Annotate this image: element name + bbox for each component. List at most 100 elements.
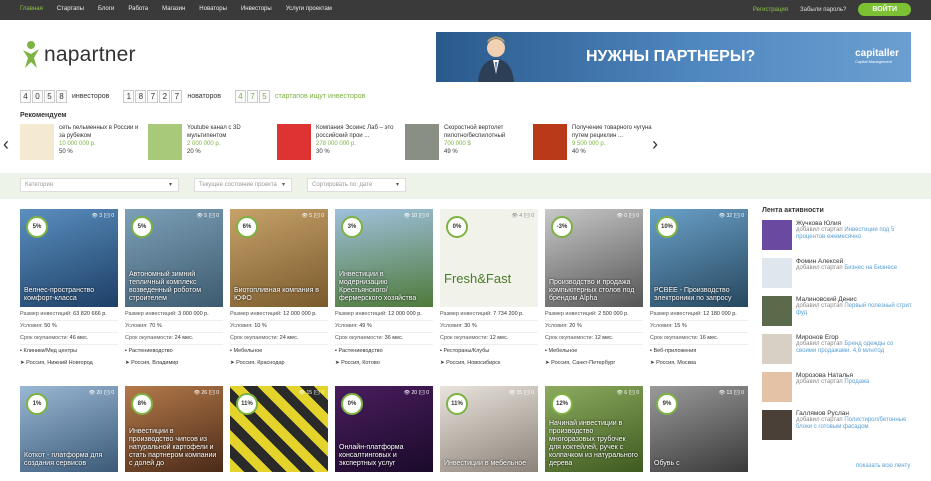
- show-all-feed-link[interactable]: показать всю ленту: [856, 463, 910, 469]
- payback-label: Срок окупаемости:: [650, 335, 699, 341]
- card-location: ➤ Россия, Котово: [335, 360, 380, 366]
- project-card[interactable]: 1% 👁 20 ✉ 0 Коткот - платформа для создани…: [20, 386, 118, 472]
- activity-item[interactable]: Фомин Алексей добавил стартап Бизнес на Б…: [762, 258, 912, 291]
- activity-link[interactable]: Бизнес на Бизнесе: [844, 265, 897, 271]
- nav-jobs[interactable]: Работа: [128, 6, 148, 12]
- project-card[interactable]: 11% 👁 15 ✉ 0 Инвестиции в мебельное: [440, 386, 538, 472]
- avatar[interactable]: [762, 220, 792, 250]
- activity-user[interactable]: Морозова Наталья: [796, 372, 869, 379]
- digit: 7: [171, 90, 183, 103]
- project-card[interactable]: 5% 👁 3 ✉ 0 Велнес-пространство комфорт-кла…: [20, 209, 118, 369]
- recommended-item[interactable]: Скоростной вертолет пилотно/беспилотный 7…: [405, 124, 528, 160]
- project-card[interactable]: 3% 👁 10 ✉ 0 Инвестиции в модернизацию Крес…: [335, 209, 433, 369]
- activity-link[interactable]: Продажа: [844, 379, 869, 385]
- chevron-left-icon[interactable]: ‹: [3, 134, 9, 155]
- activity-text: Морозова Наталья добавил стартап Продажа: [796, 372, 869, 405]
- project-card[interactable]: 8% 👁 26 ✉ 0 Инвестиции в производство чипс…: [125, 386, 223, 472]
- card-image: 10% 👁 32 ✉ 0 PCBEE - Производство электрон…: [650, 209, 748, 307]
- nav-innovators[interactable]: Новаторы: [199, 6, 227, 12]
- nav-shop[interactable]: Магазин: [162, 6, 185, 12]
- activity-item[interactable]: Миронов Егор добавил стартап Бренд одежды…: [762, 334, 912, 367]
- rec-info: сеть пельменных в России и за рубежом 10 …: [59, 124, 143, 160]
- banner-brand-name: capitaller: [855, 48, 899, 59]
- nav-home[interactable]: Главная: [20, 6, 43, 12]
- activity-user[interactable]: Галлямов Руслан: [796, 410, 912, 417]
- digit: 4: [235, 90, 247, 103]
- project-card[interactable]: 6% 👁 5 ✉ 0 Биотопливная компания в ЮФО Раз…: [230, 209, 328, 369]
- card-category: ▪ Клиники/Мед центры: [20, 348, 78, 354]
- card-stats: 👁 20 ✉ 0: [88, 390, 114, 396]
- card-stats: 👁 10 ✉ 0: [403, 213, 429, 219]
- recommended-item[interactable]: Компания Эсоинс Лаб – это российский про…: [277, 124, 400, 160]
- card-image: 0% 👁 20 ✉ 0 Онлайн-платформа консалтинговы…: [335, 386, 433, 472]
- terms-label: Условия:: [125, 323, 148, 329]
- recommended-item[interactable]: Получение товарного чугуна путем рецикли…: [533, 124, 656, 160]
- card-image: 9% 👁 13 ✉ 0 Обувь с: [650, 386, 748, 472]
- project-card[interactable]: 5% 👁 5 ✉ 0 Автономный зимний тепличный ком…: [125, 209, 223, 369]
- project-card[interactable]: -3% 👁 0 ✉ 0 Производство и продажа компьют…: [545, 209, 643, 369]
- activity-user[interactable]: Миронов Егор: [796, 334, 912, 341]
- card-progress-badge: 11%: [236, 393, 258, 415]
- nav-blogs[interactable]: Блоги: [98, 6, 114, 12]
- login-button[interactable]: ВОЙТИ: [858, 3, 911, 16]
- terms-label: Условия:: [545, 323, 568, 329]
- nav-investors[interactable]: Инвесторы: [241, 6, 272, 12]
- card-title: PCBEE - Производство электроники по запр…: [654, 287, 732, 302]
- register-link[interactable]: Регистрация: [753, 7, 788, 13]
- card-category-text: Рестораны/Клубы: [443, 348, 490, 354]
- card-progress-badge: 8%: [131, 393, 153, 415]
- activity-action: добавил стартап: [796, 341, 843, 347]
- recommended-item[interactable]: Youtube канал с 3D мультипентом 2 000 000…: [148, 124, 271, 160]
- digit: 4: [20, 90, 31, 103]
- main-nav: Главная Стартапы Блоги Работа Магазин Но…: [20, 6, 332, 12]
- activity-user[interactable]: Фомин Алексей: [796, 258, 897, 265]
- card-views: 6: [624, 390, 628, 396]
- card-location: ➤ Россия, Владимир: [125, 360, 179, 366]
- payback-label: Срок окупаемости:: [125, 335, 174, 341]
- activity-user[interactable]: Малиновский Денис: [796, 296, 912, 303]
- activity-item[interactable]: Малиновский Денис добавил стартап Первый …: [762, 296, 912, 329]
- activity-text: Малиновский Денис добавил стартап Первый …: [796, 296, 912, 329]
- terms-label: Условия:: [230, 323, 253, 329]
- nav-startups[interactable]: Стартапы: [57, 6, 84, 12]
- card-size: 12 000 000 р.: [388, 311, 422, 317]
- sort-select[interactable]: Сортировать по: дате: [307, 178, 406, 192]
- digit: 8: [56, 90, 67, 103]
- project-card[interactable]: 11% 👁 15 ✉ 0: [230, 386, 328, 472]
- forgot-password-link[interactable]: Забыли пароль?: [800, 7, 846, 13]
- activity-item[interactable]: Жучкова Юлия добавил стартап Инвестиции п…: [762, 220, 912, 253]
- activity-action: добавил стартап: [796, 265, 843, 271]
- activity-item[interactable]: Морозова Наталья добавил стартап Продажа: [762, 372, 912, 405]
- site-logo[interactable]: napartner: [20, 40, 136, 70]
- digit: 7: [247, 90, 259, 103]
- card-title: Велнес-пространство комфорт-класса: [24, 287, 95, 302]
- activity-text: Галлямов Руслан добавил стартап Полистиро…: [796, 410, 912, 443]
- project-card[interactable]: 0% 👁 20 ✉ 0 Онлайн-платформа консалтинговы…: [335, 386, 433, 472]
- ad-banner[interactable]: НУЖНЫ ПАРТНЕРЫ? capitaller Capital Manage…: [436, 32, 911, 82]
- rec-amount: 9 500 000 р.: [572, 141, 606, 147]
- activity-user[interactable]: Жучкова Юлия: [796, 220, 912, 227]
- avatar[interactable]: [762, 410, 792, 440]
- nav-services[interactable]: Услуги проектам: [286, 6, 332, 12]
- avatar[interactable]: [762, 258, 792, 288]
- card-title: Fresh&Fast: [444, 271, 512, 286]
- project-card[interactable]: 9% 👁 13 ✉ 0 Обувь с: [650, 386, 748, 472]
- project-card[interactable]: 10% 👁 32 ✉ 0 PCBEE - Производство электрон…: [650, 209, 748, 369]
- card-title: Инвестиции в модернизацию Крестьянского/…: [339, 271, 417, 302]
- avatar[interactable]: [762, 296, 792, 326]
- project-card[interactable]: 12% 👁 6 ✉ 0 Начинай инвестиции в производс…: [545, 386, 643, 472]
- project-card[interactable]: 0% 👁 4 ✉ 0 Fresh&Fast Размер инвестиций: 7…: [440, 209, 538, 369]
- card-category: ▪ Растениеводство: [125, 348, 173, 354]
- avatar[interactable]: [762, 372, 792, 402]
- digit: 0: [32, 90, 43, 103]
- card-comments: 0: [216, 390, 219, 396]
- stage-select[interactable]: Текущее состояние проекта: [194, 178, 292, 192]
- category-select[interactable]: Категория: [20, 178, 179, 192]
- startups-counter[interactable]: 475 стартапов ищут инвесторов: [235, 90, 365, 103]
- card-views: 5: [204, 213, 208, 219]
- avatar[interactable]: [762, 334, 792, 364]
- card-title: Начинай инвестиции в производство многор…: [549, 420, 638, 467]
- activity-item[interactable]: Галлямов Руслан добавил стартап Полистиро…: [762, 410, 912, 443]
- card-comments: 0: [426, 213, 429, 219]
- recommended-item[interactable]: сеть пельменных в России и за рубежом 10 …: [20, 124, 143, 160]
